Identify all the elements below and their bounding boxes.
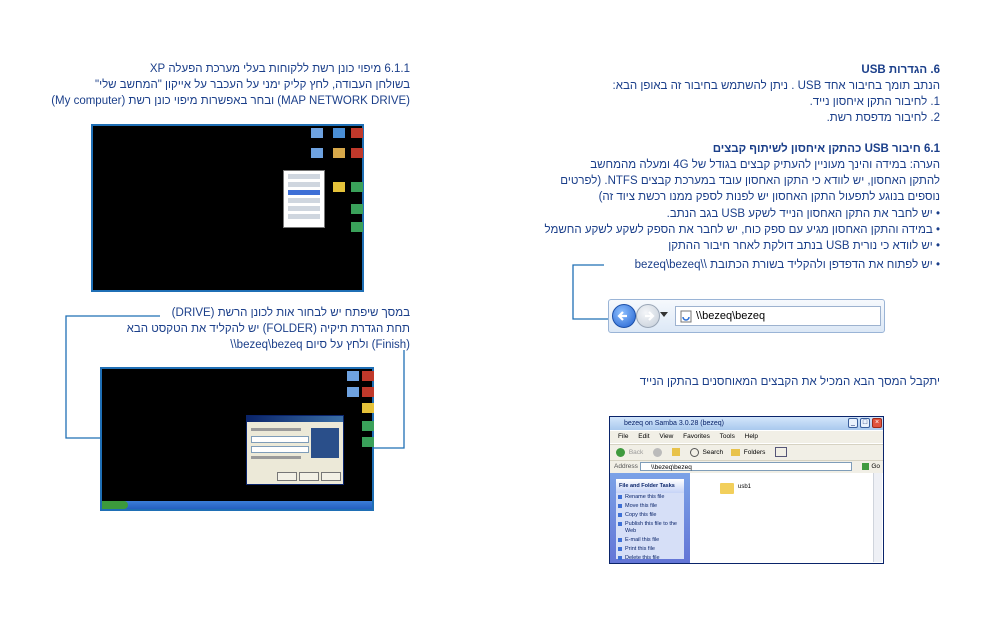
desktop-icon — [333, 182, 345, 192]
task-move[interactable]: Move this file — [616, 502, 684, 511]
desktop-screenshot-1 — [91, 124, 364, 292]
address-callout-line — [572, 264, 612, 320]
go-label[interactable]: Go — [871, 461, 880, 473]
desktop-icon — [333, 128, 345, 138]
menu-favorites[interactable]: Favorites — [683, 433, 710, 440]
folders-icon — [730, 448, 740, 456]
menu-edit[interactable]: Edit — [638, 433, 649, 440]
desktop-icon — [347, 387, 359, 397]
xp-title: 6.1.1 מיפוי כונן רשת ללקוחות בעלי מערכת … — [149, 63, 410, 75]
back-icon[interactable] — [616, 447, 625, 457]
drive-line-1: במסך שיפתח יש לבחור אות לכונן הרשת (DRIV… — [171, 307, 410, 319]
address-label: Address — [614, 463, 638, 470]
desktop-icon — [347, 371, 359, 381]
toolbar-back[interactable]: Back — [629, 449, 643, 456]
address-value: \\bezeq\bezeq — [696, 310, 766, 322]
explorer-address-value: \\bezeq\bezeq — [651, 464, 692, 471]
file-folder-tasks-box: File and Folder Tasks Rename this file M… — [616, 479, 684, 561]
views-icon[interactable] — [775, 447, 788, 458]
folder-name[interactable]: usb1 — [738, 484, 751, 490]
explorer-title: bezeq on Samba 3.0.28 (bezeq) — [624, 420, 725, 427]
up-folder-icon[interactable] — [671, 448, 680, 457]
task-email[interactable]: E-mail this file — [616, 536, 684, 545]
xp-taskbar — [102, 501, 372, 509]
desktop-icon — [362, 387, 374, 397]
forward-icon[interactable] — [653, 447, 663, 457]
desktop-icon — [311, 128, 323, 138]
start-button[interactable] — [102, 501, 128, 509]
desktop-icon — [311, 148, 323, 158]
explorer-address-bar: Address \\bezeq\bezeq Go — [610, 460, 883, 473]
back-button[interactable] — [612, 304, 636, 328]
forward-button[interactable] — [636, 304, 660, 328]
xp-line-1: בשולחן העבודה, לחץ קליק ימני על העכבר על… — [95, 79, 410, 91]
desktop-icon — [351, 148, 363, 158]
task-copy[interactable]: Copy this file — [616, 511, 684, 520]
folder-icon[interactable] — [720, 483, 734, 494]
desktop-icon — [362, 421, 374, 431]
go-icon[interactable] — [862, 463, 869, 470]
task-publish[interactable]: Publish this file to the Web — [616, 520, 684, 536]
toolbar-folders[interactable]: Folders — [744, 449, 766, 456]
task-rename[interactable]: Rename this file — [616, 493, 684, 502]
desktop-screenshot-2 — [100, 367, 374, 511]
tasks-title: File and Folder Tasks — [616, 479, 684, 493]
page-icon — [680, 310, 692, 323]
desktop-icon — [362, 403, 374, 413]
task-print[interactable]: Print this file — [616, 545, 684, 554]
xp-line-2: (My computer) ובחר באפשרות מיפוי כונן רש… — [51, 95, 410, 107]
forward-arrow-icon — [645, 311, 655, 321]
desktop-icon — [362, 371, 374, 381]
desktop-icon — [351, 204, 363, 214]
desktop-icon — [333, 148, 345, 158]
menu-file[interactable]: File — [618, 433, 628, 440]
desktop-icon — [351, 128, 363, 138]
drive-line-2: תחת הגדרת תיקיה (FOLDER) יש להקליד את הט… — [126, 323, 410, 335]
maximize-button[interactable]: □ — [860, 418, 870, 428]
screen-caption: יתקבל המסך הבא המכיל את הקבצים המאוחסנים… — [639, 376, 940, 388]
desktop-icon — [362, 437, 374, 447]
vertical-scrollbar[interactable] — [873, 473, 882, 562]
task-pane: File and Folder Tasks Rename this file M… — [610, 473, 690, 563]
minimize-button[interactable]: _ — [848, 418, 858, 428]
task-delete[interactable]: Delete this file — [616, 554, 684, 563]
explorer-toolbar: Back Search Folders — [610, 444, 883, 460]
desktop-icon — [351, 182, 363, 192]
desktop-icon — [351, 222, 363, 232]
dropdown-caret-icon[interactable] — [660, 312, 668, 318]
close-button[interactable]: × — [872, 418, 882, 428]
explorer-address-input[interactable]: \\bezeq\bezeq — [640, 462, 852, 471]
address-input[interactable]: \\bezeq\bezeq — [675, 306, 881, 326]
menu-help[interactable]: Help — [745, 433, 758, 440]
explorer-menubar: File Edit View Favorites Tools Help — [610, 431, 883, 443]
explorer-titlebar: bezeq on Samba 3.0.28 (bezeq) — [610, 417, 883, 430]
search-icon — [689, 447, 699, 457]
back-arrow-icon — [617, 311, 627, 321]
browser-nav-bar: \\bezeq\bezeq — [608, 299, 885, 333]
menu-tools[interactable]: Tools — [720, 433, 735, 440]
menu-view[interactable]: View — [659, 433, 673, 440]
toolbar-search[interactable]: Search — [703, 449, 724, 456]
drive-line-3: \\bezeq\bezeq ולחץ על סיום (Finish) — [230, 339, 410, 351]
context-menu[interactable] — [283, 170, 325, 228]
map-drive-dialog[interactable] — [246, 415, 344, 485]
explorer-window: bezeq on Samba 3.0.28 (bezeq) _ □ × File… — [609, 416, 884, 564]
